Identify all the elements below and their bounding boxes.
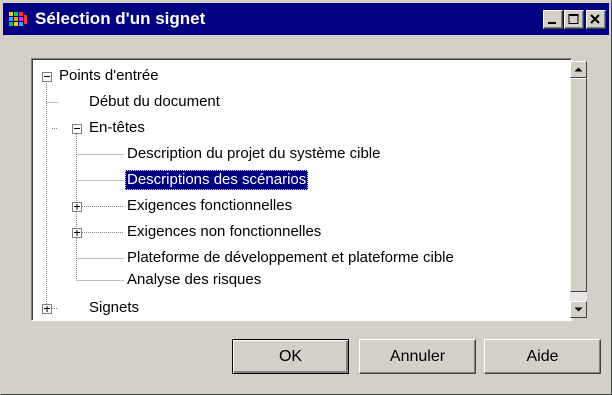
close-icon [590, 14, 600, 24]
maximize-icon [568, 14, 579, 24]
close-button[interactable] [586, 10, 606, 29]
tree-node-exigences-non-fonctionnelles[interactable]: Exigences non fonctionnelles [125, 222, 323, 242]
bookmark-selection-dialog: Sélection d'un signet Points d'entrée Dé… [0, 0, 612, 395]
plus-icon [74, 204, 80, 210]
expand-toggle-exigences-fonctionnelles[interactable] [72, 202, 82, 212]
scroll-down-button[interactable] [570, 301, 587, 318]
tree-node-en-tetes[interactable]: En-têtes [87, 118, 147, 138]
expand-toggle-exigences-non-fonctionnelles[interactable] [72, 228, 82, 238]
tree-node-exigences-fonctionnelles[interactable]: Exigences fonctionnelles [125, 196, 294, 216]
help-button[interactable]: Aide [484, 339, 601, 374]
maximize-button[interactable] [564, 10, 584, 29]
tree-node-plateforme[interactable]: Plateforme de développement et plateform… [125, 248, 456, 268]
expand-toggle-signets[interactable] [42, 304, 52, 314]
ok-button[interactable]: OK [232, 339, 349, 374]
plus-icon [74, 230, 80, 236]
scroll-thumb[interactable] [570, 78, 587, 292]
collapse-toggle-points-entree[interactable] [42, 72, 52, 82]
scroll-up-button[interactable] [570, 61, 587, 78]
tree-node-debut-document[interactable]: Début du document [87, 92, 222, 112]
minimize-button[interactable] [543, 10, 563, 29]
cancel-button[interactable]: Annuler [359, 339, 476, 374]
title-bar[interactable]: Sélection d'un signet [3, 3, 609, 35]
tree-node-analyse-risques[interactable]: Analyse des risques [125, 270, 263, 290]
vertical-scrollbar[interactable] [570, 61, 587, 318]
arrow-down-icon [574, 307, 583, 312]
minus-icon [74, 128, 80, 129]
plus-icon [44, 306, 50, 312]
minimize-icon [548, 22, 556, 24]
tree-node-signets[interactable]: Signets [87, 298, 141, 318]
tree-node-description-projet[interactable]: Description du projet du système cible [125, 144, 382, 164]
minus-icon [44, 76, 50, 77]
bookmark-tree[interactable]: Points d'entrée Début du document En-têt… [31, 58, 587, 321]
window-title: Sélection d'un signet [35, 9, 206, 28]
tree-node-points-entree[interactable]: Points d'entrée [57, 66, 161, 86]
tree-node-descriptions-scenarios[interactable]: Descriptions des scénarios [125, 170, 309, 190]
app-icon [9, 12, 27, 26]
arrow-up-icon [574, 67, 583, 72]
collapse-toggle-en-tetes[interactable] [72, 124, 82, 134]
